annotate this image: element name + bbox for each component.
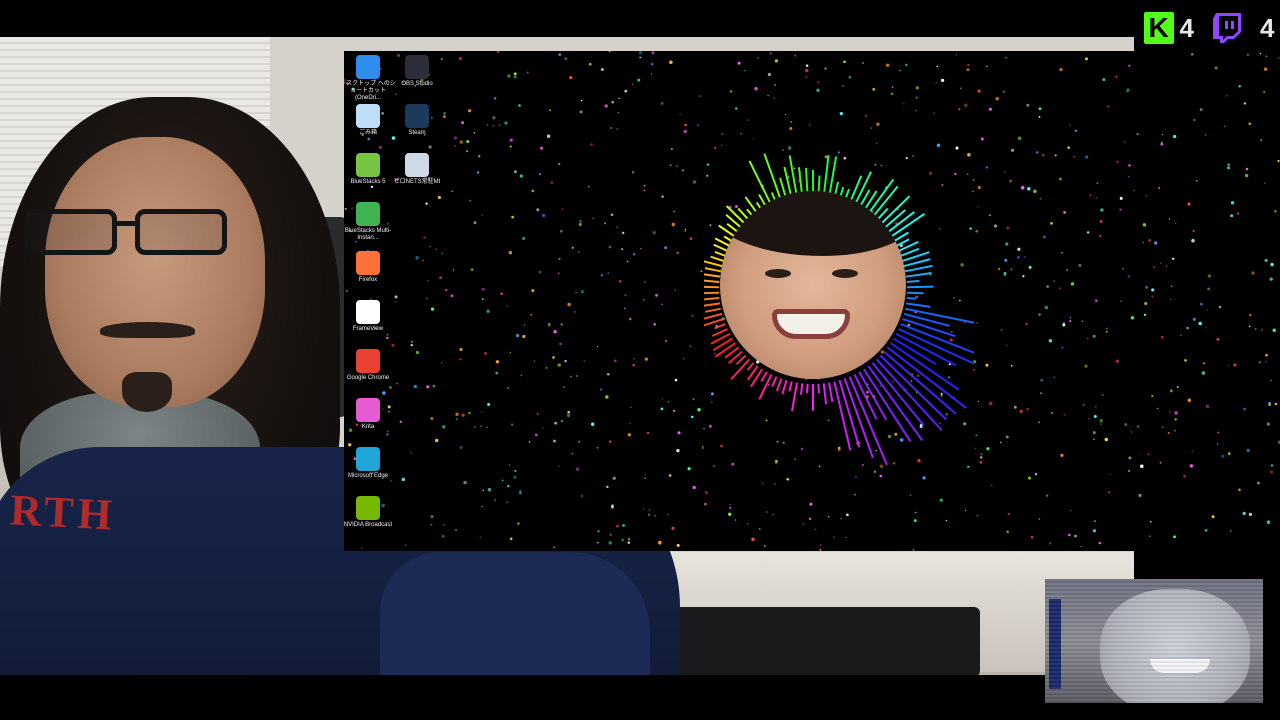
nvidia-broadcast-icon (356, 496, 380, 520)
desktop-capture: デスクトップ へのショートカット (OneDri... ごみ箱 BlueStacks… (344, 51, 1280, 551)
desk-chair (640, 607, 980, 675)
bluestacks-icon (356, 153, 380, 177)
krita-icon (356, 398, 380, 422)
kick-logo-icon: K (1143, 12, 1174, 44)
streamer-arm (380, 552, 650, 675)
onedrive-icon (356, 55, 380, 79)
desktop-shortcut[interactable]: OBS Studio (387, 55, 447, 104)
desktop-shortcut-label: Krita (361, 424, 375, 430)
guest-webcam-feed (1045, 579, 1263, 703)
edge-icon (356, 447, 380, 471)
recycle-bin-icon (356, 104, 380, 128)
desktop-shortcut[interactable]: ゼロNETS常駐MI (387, 153, 447, 202)
desktop-shortcut-label: NVIDIA Broadcast (344, 522, 393, 528)
streamer-goatee (122, 372, 172, 412)
bluestacks-multi-icon (356, 202, 380, 226)
zero-nets-icon (405, 153, 429, 177)
desktop-shortcut[interactable]: Google Chrome (344, 349, 398, 398)
kick-viewer-count: 4 (1179, 12, 1194, 43)
desktop-shortcut[interactable]: Krita (344, 398, 398, 447)
glitch-overlay (1045, 579, 1263, 703)
desktop-shortcut[interactable]: Firefox (344, 251, 398, 300)
desktop-shortcut-label: BlueStacks Multi-Instan... (344, 228, 392, 241)
desktop-shortcut-label: Steam (408, 130, 426, 136)
streamer-mustache (100, 322, 195, 338)
viewer-counters: K 4 4 (1143, 10, 1280, 46)
streamer-glasses (25, 209, 230, 255)
visualizer-portrait (720, 191, 906, 379)
desktop-shortcut[interactable]: NVIDIA Broadcast (344, 496, 398, 545)
obs-icon (405, 55, 429, 79)
desktop-shortcut[interactable]: Microsoft Edge (344, 447, 398, 496)
hoodie-print: RTH (8, 485, 118, 540)
desktop-shortcut-label: OBS Studio (401, 81, 433, 87)
twitch-logo-icon (1213, 13, 1241, 43)
desktop-shortcut[interactable]: Steam (387, 104, 447, 153)
desktop-shortcut[interactable]: FrameView (344, 300, 398, 349)
portrait-smile (772, 309, 850, 339)
desktop-shortcut-label: Microsoft Edge (347, 473, 389, 479)
desktop-shortcut-label: ゼロNETS常駐MI (393, 179, 441, 185)
desktop-shortcut[interactable]: BlueStacks Multi-Instan... (344, 202, 398, 251)
twitch-viewer-count: 4 (1260, 12, 1275, 43)
chrome-icon (356, 349, 380, 373)
desktop-shortcut-label: Google Chrome (346, 375, 390, 381)
desktop-shortcut-label: FrameView (352, 326, 384, 332)
desktop-icon-column-right: OBS Studio Steam ゼロNETS常駐MI (393, 55, 441, 202)
frameview-icon (356, 300, 380, 324)
streamer-face (45, 137, 265, 407)
steam-icon (405, 104, 429, 128)
firefox-icon (356, 251, 380, 275)
desktop-shortcut-label: Firefox (358, 277, 378, 283)
desktop-icon-column-left: デスクトップ へのショートカット (OneDri... ごみ箱 BlueStacks… (344, 55, 396, 545)
